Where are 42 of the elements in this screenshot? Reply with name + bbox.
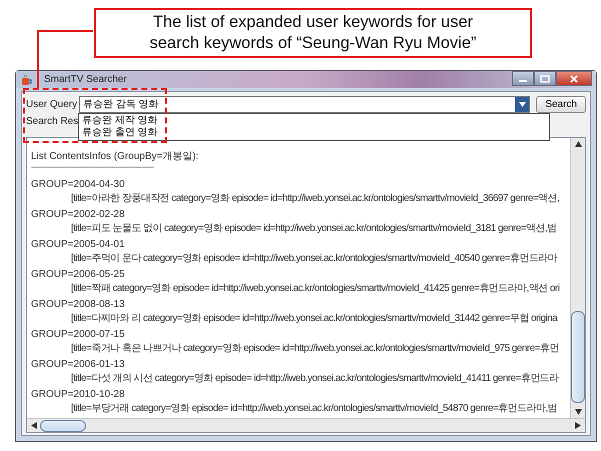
group-heading: GROUP=2005-04-01 <box>31 238 126 252</box>
close-button[interactable] <box>556 71 592 86</box>
vertical-scrollbar[interactable] <box>570 138 585 418</box>
content-info-line: [title=죽거나 혹은 나쁘거나 category=영화 episode= id=http://iweb.yonsei.ac.kr/ontologies/smarttv/movieId_975 genre=휴먼 <box>70 342 560 356</box>
left-arrow-icon <box>31 422 37 429</box>
maximize-icon <box>540 74 550 82</box>
callout-text: The list of expanded user keywords for user <box>152 12 474 33</box>
maximize-button[interactable] <box>534 71 556 86</box>
group-heading: GROUP=2002-02-28 <box>31 208 126 222</box>
content-info-line: [title=짝패 category=영화 episode= id=http://iweb.yonsei.ac.kr/ontologies/smarttv/movieId_41425 genre=휴먼드라마,액션 ori <box>70 282 560 296</box>
group-heading: GROUP=2006-01-13 <box>31 358 126 372</box>
dropdown-button[interactable] <box>515 96 530 112</box>
group-heading: GROUP=2004-04-30 <box>31 178 126 192</box>
search-button[interactable]: Search <box>536 96 586 112</box>
query-combo-box[interactable]: 류승완 감독 영화 <box>79 96 530 112</box>
window-title: SmartTV Searcher <box>44 74 127 85</box>
close-icon <box>569 74 579 82</box>
dropdown-item[interactable]: 류승완 출연 영화 <box>79 127 549 139</box>
group-heading: GROUP=2010-10-28 <box>31 388 126 402</box>
content-info-line: [title=아라한 장풍대작전 category=영화 episode= id=http://iweb.yonsei.ac.kr/ontologies/smarttv/movieId_36697 genre=액션, <box>70 192 560 206</box>
content-info-line: [title=주먹이 운다 category=영화 episode= id=http://iweb.yonsei.ac.kr/ontologies/smarttv/movieId_40540 genre=휴먼드라마 <box>70 252 558 266</box>
results-header: List ContentsInfos (GroupBy=개봉일): <box>31 150 200 164</box>
results-label: Search Res <box>26 116 78 126</box>
dropdown-item[interactable]: 류승완 제작 영화 <box>79 115 549 127</box>
query-label: User Query <box>26 98 78 110</box>
coffee-cup-icon <box>20 74 32 86</box>
up-arrow-icon <box>574 141 582 147</box>
content-info-line: [title=피도 눈물도 없이 category=영화 episode= id=http://iweb.yonsei.ac.kr/ontologies/smarttv/movieId_3181 genre=액션,범 <box>70 222 558 236</box>
horizontal-scrollbar[interactable] <box>27 418 585 432</box>
group-heading: GROUP=2008-08-13 <box>31 298 126 312</box>
scroll-thumb[interactable] <box>571 311 585 403</box>
minimize-button[interactable] <box>512 71 534 86</box>
content-info-line: [title=부당거래 category=영화 episode= id=http://iweb.yonsei.ac.kr/ontologies/smarttv/movieId_54870 genre=휴먼드라마,범 <box>70 402 558 416</box>
caret-icon <box>518 102 526 106</box>
callout-text: search keywords of “Seung-Wan Ryu Movie” <box>150 33 476 54</box>
group-heading: GROUP=2006-05-25 <box>31 268 126 282</box>
right-arrow-icon <box>575 422 581 429</box>
scroll-thumb[interactable] <box>40 420 86 432</box>
content-info-line: [title=다찌마와 리 category=영화 episode= id=http://iweb.yonsei.ac.kr/ontologies/smarttv/movieId_31442 genre=무협 origina <box>70 312 559 326</box>
group-heading: GROUP=2000-07-15 <box>31 328 126 342</box>
content-info-line: [title=다섯 개의 시선 category=영화 episode= id=http://iweb.yonsei.ac.kr/ontologies/smarttv/movieId_41411 genre=휴먼드라 <box>70 372 560 386</box>
down-arrow-icon <box>574 409 582 415</box>
